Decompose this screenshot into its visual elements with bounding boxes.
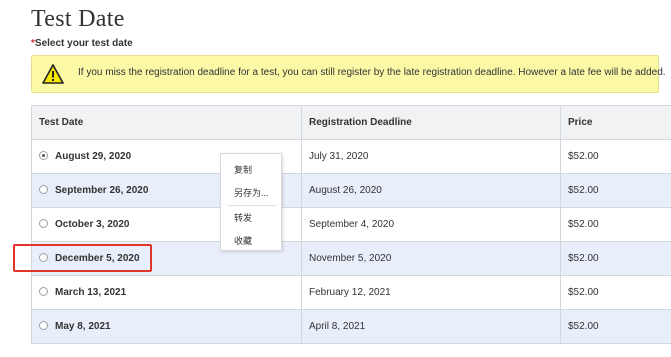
price-cell: $52.00 [560, 241, 671, 276]
table-header-row: Test Date Registration Deadline Price [31, 105, 671, 140]
radio-button[interactable] [39, 286, 48, 296]
radio-button-selected[interactable] [39, 150, 48, 160]
warning-text: If you miss the registration deadline fo… [78, 67, 666, 78]
menu-item-forward[interactable]: 转发 [234, 211, 252, 224]
menu-divider [227, 205, 277, 206]
test-date-label: August 29, 2020 [55, 151, 132, 162]
price-cell: $52.00 [560, 275, 671, 310]
price-cell: $52.00 [560, 207, 671, 242]
test-date-label: May 8, 2021 [55, 321, 111, 332]
late-deadline-warning: If you miss the registration deadline fo… [31, 55, 666, 93]
highlight-annotation [13, 244, 152, 272]
warning-triangle-icon [42, 64, 64, 84]
table-row[interactable]: May 8, 2021 April 8, 2021 $52.00 [31, 309, 671, 344]
table-row[interactable]: August 29, 2020 July 31, 2020 $52.00 [31, 139, 671, 174]
test-date-label: September 26, 2020 [55, 185, 149, 196]
table-row[interactable]: September 26, 2020 August 26, 2020 $52.0… [31, 173, 671, 208]
test-date-label: March 13, 2021 [55, 287, 127, 298]
deadline-cell: April 8, 2021 [301, 309, 561, 344]
header-registration-deadline: Registration Deadline [301, 105, 561, 140]
test-date-page: Test Date *Select your test date If you … [0, 0, 671, 357]
table-row[interactable]: March 13, 2021 February 12, 2021 $52.00 [31, 275, 671, 310]
header-price: Price [560, 105, 671, 140]
table-row[interactable]: October 3, 2020 September 4, 2020 $52.00 [31, 207, 671, 242]
select-date-label-text: Select your test date [34, 38, 133, 49]
deadline-cell: November 5, 2020 [301, 241, 561, 276]
test-date-cell[interactable]: May 8, 2021 [31, 309, 302, 344]
price-cell: $52.00 [560, 173, 671, 208]
radio-button[interactable] [39, 184, 48, 194]
radio-button[interactable] [39, 218, 48, 228]
deadline-cell: February 12, 2021 [301, 275, 561, 310]
deadline-cell: July 31, 2020 [301, 139, 561, 174]
page-title: Test Date [31, 6, 125, 32]
header-test-date: Test Date [31, 105, 302, 140]
price-cell: $52.00 [560, 139, 671, 174]
radio-button[interactable] [39, 320, 48, 330]
test-date-cell[interactable]: March 13, 2021 [31, 275, 302, 310]
deadline-cell: September 4, 2020 [301, 207, 561, 242]
deadline-cell: August 26, 2020 [301, 173, 561, 208]
menu-item-save-as[interactable]: 另存为... [234, 186, 269, 199]
menu-item-favorite[interactable]: 收藏 [234, 234, 252, 247]
menu-item-copy[interactable]: 复制 [234, 163, 252, 176]
test-date-label: October 3, 2020 [55, 219, 130, 230]
price-cell: $52.00 [560, 309, 671, 344]
test-dates-table: Test Date Registration Deadline Price Au… [31, 105, 671, 344]
context-menu: 复制 另存为... 转发 收藏 [220, 153, 282, 251]
select-date-label: *Select your test date [31, 38, 133, 49]
